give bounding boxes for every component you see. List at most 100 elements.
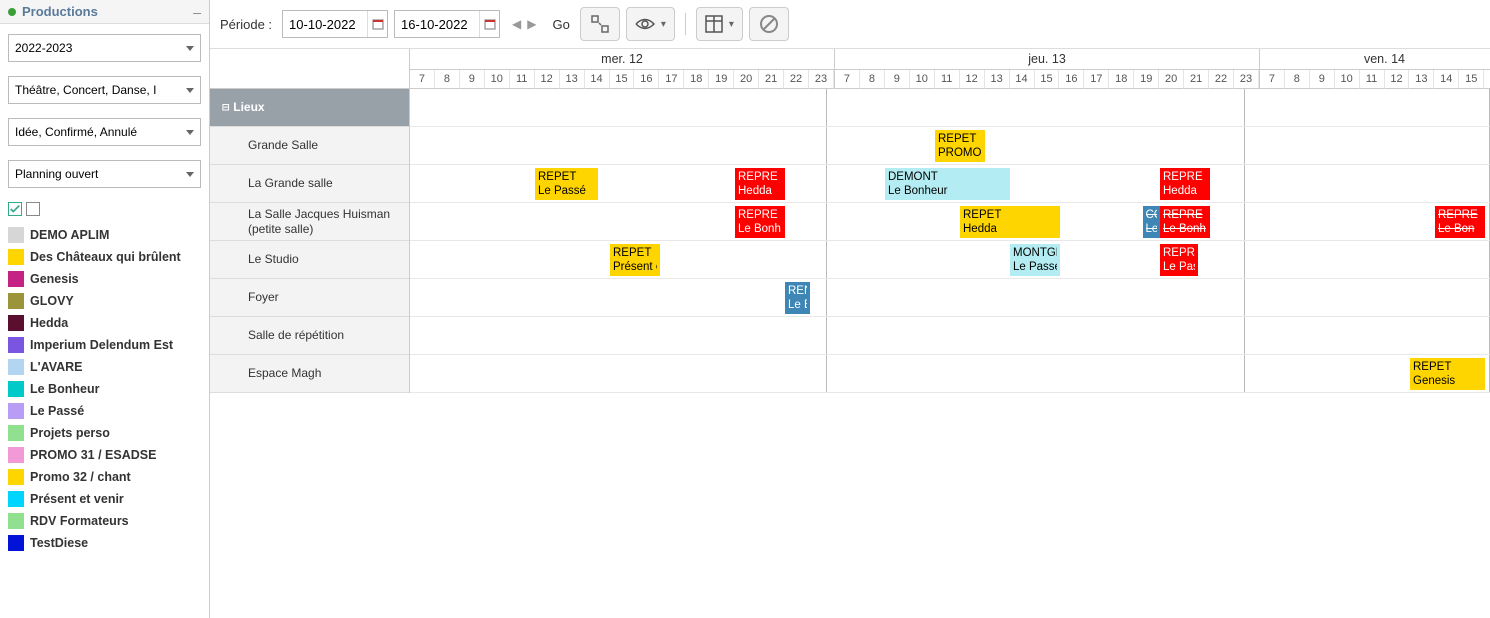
- visibility-button[interactable]: ▾: [626, 7, 675, 41]
- legend-item[interactable]: DEMO APLIM: [8, 224, 201, 246]
- hour-label: 16: [1484, 70, 1490, 89]
- legend-item[interactable]: Présent et venir: [8, 488, 201, 510]
- schedule-event[interactable]: MONTGELe Passé: [1010, 244, 1060, 276]
- row-label[interactable]: La Grande salle: [210, 165, 409, 203]
- legend-item[interactable]: GLOVY: [8, 290, 201, 312]
- legend-item[interactable]: Imperium Delendum Est: [8, 334, 201, 356]
- event-subtitle: Genesis: [1413, 374, 1482, 388]
- event-subtitle: Hedda: [963, 222, 1057, 236]
- row-label[interactable]: Foyer: [210, 279, 409, 317]
- hour-label: 21: [1184, 70, 1209, 89]
- schedule-event[interactable]: REPETGenesis: [1410, 358, 1485, 390]
- grid-row: [410, 241, 1490, 279]
- hour-label: 8: [860, 70, 885, 89]
- legend-label: Le Bonheur: [30, 382, 99, 396]
- calendar-icon[interactable]: [479, 11, 499, 37]
- schedule-event[interactable]: RENLe B: [785, 282, 810, 314]
- hour-label: 9: [1310, 70, 1335, 89]
- go-button[interactable]: Go: [549, 13, 574, 36]
- planning-select[interactable]: Planning ouvert: [8, 160, 201, 188]
- check-all-icon[interactable]: [8, 202, 22, 216]
- hour-label: 12: [535, 70, 560, 89]
- clear-button[interactable]: [749, 7, 789, 41]
- nav-arrows: ◀ ▶: [512, 17, 536, 31]
- legend-item[interactable]: Des Châteaux qui brûlent: [8, 246, 201, 268]
- schedule-event[interactable]: REPETLe Passé: [535, 168, 598, 200]
- row-label[interactable]: Grande Salle: [210, 127, 409, 165]
- schedule-event[interactable]: REPRELe Bonh: [1160, 206, 1210, 238]
- legend-swatch: [8, 271, 24, 287]
- hour-label: 11: [510, 70, 535, 89]
- schedule-event[interactable]: REPETHedda: [960, 206, 1060, 238]
- season-select[interactable]: 2022-2023: [8, 34, 201, 62]
- row-label[interactable]: Espace Magh: [210, 355, 409, 393]
- hour-label: 8: [1285, 70, 1310, 89]
- legend-item[interactable]: RDV Formateurs: [8, 510, 201, 532]
- legend-controls: [8, 202, 201, 216]
- legend-label: RDV Formateurs: [30, 514, 129, 528]
- schedule-event[interactable]: REPRELe Bon: [1435, 206, 1485, 238]
- hour-label: 15: [1459, 70, 1484, 89]
- hour-label: 22: [1209, 70, 1234, 89]
- legend-item[interactable]: Promo 32 / chant: [8, 466, 201, 488]
- legend-item[interactable]: TestDiese: [8, 532, 201, 554]
- collapse-sidebar-button[interactable]: –: [193, 4, 201, 20]
- grid-row: [410, 317, 1490, 355]
- schedule-event[interactable]: CONLe B: [1143, 206, 1161, 238]
- hour-label: 23: [809, 70, 834, 89]
- legend-label: PROMO 31 / ESADSE: [30, 448, 156, 462]
- event-title: MONTGE: [1013, 246, 1057, 260]
- legend-label: Présent et venir: [30, 492, 124, 506]
- sidebar-body: 2022-2023 Théâtre, Concert, Danse, I Idé…: [0, 24, 209, 564]
- layout-button[interactable]: ▾: [696, 7, 743, 41]
- legend-label: TestDiese: [30, 536, 88, 550]
- day-label: ven. 14: [1260, 49, 1490, 70]
- date-to-input[interactable]: [395, 13, 479, 36]
- legend-item[interactable]: Le Bonheur: [8, 378, 201, 400]
- hour-label: 23: [1234, 70, 1259, 89]
- day-column: ven. 1478910111213141516: [1260, 49, 1490, 89]
- schedule-event[interactable]: REPETPROMO 3: [935, 130, 985, 162]
- schedule-grid[interactable]: REPETPROMO 3REPETLe PasséREPREHeddaDEMON…: [410, 89, 1490, 393]
- legend-item[interactable]: Genesis: [8, 268, 201, 290]
- hour-label: 16: [1059, 70, 1084, 89]
- legend-swatch: [8, 403, 24, 419]
- legend-item[interactable]: Le Passé: [8, 400, 201, 422]
- collapse-icon[interactable]: ⊟: [222, 100, 229, 114]
- date-from-input[interactable]: [283, 13, 367, 36]
- group-row[interactable]: ⊟ Lieux: [210, 89, 409, 127]
- day-column: jeu. 137891011121314151617181920212223: [835, 49, 1260, 89]
- legend-swatch: [8, 469, 24, 485]
- event-title: REPRE: [738, 170, 782, 184]
- status-select[interactable]: Idée, Confirmé, Annulé: [8, 118, 201, 146]
- legend-item[interactable]: Projets perso: [8, 422, 201, 444]
- legend-label: Projets perso: [30, 426, 110, 440]
- legend-label: Genesis: [30, 272, 79, 286]
- schedule-event[interactable]: REPREHedda: [1160, 168, 1210, 200]
- date-from-wrap: [282, 10, 388, 38]
- fit-view-button[interactable]: [580, 7, 620, 41]
- schedule-event[interactable]: DEMONTLe Bonheur: [885, 168, 1010, 200]
- schedule-event[interactable]: REPREHedda: [735, 168, 785, 200]
- row-label[interactable]: La Salle Jacques Huisman (petite salle): [210, 203, 409, 241]
- schedule-event[interactable]: REPRELe Pass: [1160, 244, 1198, 276]
- event-title: REPET: [938, 132, 982, 146]
- grid-row: [410, 279, 1490, 317]
- hour-label: 17: [659, 70, 684, 89]
- legend-item[interactable]: PROMO 31 / ESADSE: [8, 444, 201, 466]
- event-title: REPRE: [1438, 208, 1482, 222]
- calendar-icon[interactable]: [367, 11, 387, 37]
- event-title: REPRE: [738, 208, 782, 222]
- category-select[interactable]: Théâtre, Concert, Danse, I: [8, 76, 201, 104]
- schedule-event[interactable]: REPETPrésent et: [610, 244, 660, 276]
- prev-period-button[interactable]: ◀: [512, 17, 521, 31]
- schedule-event[interactable]: REPRELe Bonh: [735, 206, 785, 238]
- legend-item[interactable]: Hedda: [8, 312, 201, 334]
- schedule-body: ⊟ LieuxGrande SalleLa Grande salleLa Sal…: [210, 89, 1490, 393]
- next-period-button[interactable]: ▶: [527, 17, 536, 31]
- legend-item[interactable]: L'AVARE: [8, 356, 201, 378]
- legend-label: Des Châteaux qui brûlent: [30, 250, 181, 264]
- uncheck-all-icon[interactable]: [26, 202, 40, 216]
- row-label[interactable]: Le Studio: [210, 241, 409, 279]
- row-label[interactable]: Salle de répétition: [210, 317, 409, 355]
